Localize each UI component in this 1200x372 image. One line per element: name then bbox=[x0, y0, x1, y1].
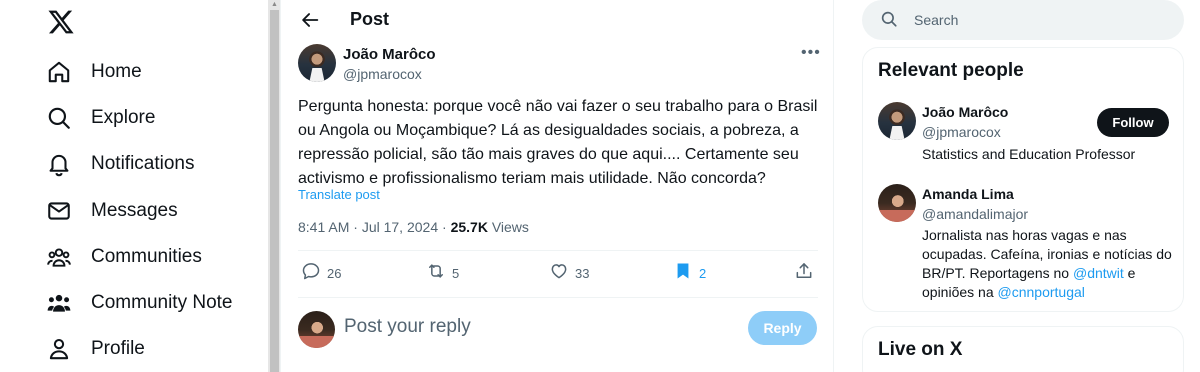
back-arrow-icon[interactable] bbox=[299, 9, 321, 31]
nav-profile[interactable]: Profile bbox=[46, 329, 145, 369]
relevant-person-avatar[interactable] bbox=[878, 102, 916, 140]
nav-explore-label: Explore bbox=[91, 107, 156, 128]
nav-home-label: Home bbox=[91, 61, 142, 82]
nav-community-notes[interactable]: Community Note bbox=[46, 283, 233, 323]
communities-icon bbox=[46, 244, 72, 270]
bell-icon bbox=[46, 151, 72, 177]
relevant-person-bio: Jornalista nas horas vagas e nas ocupada… bbox=[922, 226, 1177, 302]
relevant-person-handle[interactable]: @jpmarocox bbox=[922, 124, 1001, 140]
scrollbar-thumb[interactable] bbox=[270, 10, 279, 372]
post-text: Pergunta honesta: porque você não vai fa… bbox=[298, 98, 818, 187]
reply-button[interactable]: Reply bbox=[748, 311, 817, 345]
live-on-x-title: Live on X bbox=[878, 339, 963, 360]
mention-link[interactable]: @cnnportugal bbox=[998, 284, 1085, 300]
views-count: 25.7K bbox=[450, 219, 488, 235]
user-avatar[interactable] bbox=[298, 311, 335, 348]
share-icon bbox=[794, 261, 814, 286]
post-time[interactable]: 8:41 AM bbox=[298, 219, 349, 235]
follow-button[interactable]: Follow bbox=[1097, 108, 1169, 137]
author-name[interactable]: João Marôco bbox=[343, 46, 436, 63]
nav-notifications[interactable]: Notifications bbox=[46, 144, 195, 184]
nav-profile-label: Profile bbox=[91, 338, 145, 359]
home-icon bbox=[46, 59, 72, 85]
relevant-person-bio: Statistics and Education Professor bbox=[922, 146, 1136, 162]
bookmark-action[interactable]: 2 bbox=[673, 262, 706, 284]
envelope-icon bbox=[46, 198, 72, 224]
nav-explore[interactable]: Explore bbox=[46, 98, 155, 138]
nav-communities[interactable]: Communities bbox=[46, 237, 202, 277]
more-options-icon[interactable]: ••• bbox=[801, 44, 821, 62]
reply-input[interactable]: Post your reply bbox=[344, 316, 471, 338]
relevant-people-card: Relevant people João Marôco @jpmarocox F… bbox=[862, 47, 1184, 312]
search-icon bbox=[46, 105, 72, 131]
nav-messages[interactable]: Messages bbox=[46, 191, 178, 231]
reply-count: 26 bbox=[327, 265, 342, 281]
divider bbox=[298, 297, 818, 298]
relevant-person-handle[interactable]: @amandalimajor bbox=[922, 206, 1028, 222]
nav-notifications-label: Notifications bbox=[91, 153, 195, 174]
page-title: Post bbox=[350, 9, 390, 29]
x-logo-icon[interactable] bbox=[47, 8, 75, 36]
relevant-people-title: Relevant people bbox=[878, 60, 1024, 81]
relevant-person-avatar[interactable] bbox=[878, 184, 916, 222]
post-meta: 8:41 AM · Jul 17, 2024 · 25.7K Views bbox=[298, 219, 529, 235]
heart-icon bbox=[549, 261, 569, 286]
nav-home[interactable]: Home bbox=[46, 52, 142, 92]
translate-post-link[interactable]: Translate post bbox=[298, 187, 380, 202]
repost-icon bbox=[426, 261, 446, 286]
search-icon bbox=[880, 10, 898, 33]
mention-link[interactable]: @dntwit bbox=[1073, 265, 1124, 281]
live-on-x-card: Live on X bbox=[862, 326, 1184, 372]
search-input[interactable]: Search bbox=[862, 0, 1184, 40]
bookmark-count: 2 bbox=[699, 265, 707, 281]
post-header: Post bbox=[281, 0, 834, 40]
reply-icon bbox=[301, 261, 321, 286]
views-label: Views bbox=[491, 219, 529, 235]
bookmark-icon bbox=[673, 261, 693, 286]
relevant-person-name[interactable]: João Marôco bbox=[922, 104, 1008, 120]
share-action[interactable] bbox=[794, 262, 814, 284]
person-icon bbox=[46, 336, 72, 362]
divider bbox=[298, 250, 818, 251]
nav-messages-label: Messages bbox=[91, 200, 178, 221]
author-avatar[interactable] bbox=[298, 44, 336, 82]
repost-count: 5 bbox=[452, 265, 460, 281]
nav-community-notes-label: Community Note bbox=[91, 292, 233, 313]
scroll-up-arrow-icon[interactable]: ▲ bbox=[271, 1, 278, 8]
relevant-person-name[interactable]: Amanda Lima bbox=[922, 186, 1014, 202]
author-handle[interactable]: @jpmarocox bbox=[343, 66, 422, 82]
like-count: 33 bbox=[575, 265, 590, 281]
meta-dot: · bbox=[353, 219, 362, 235]
scrollbar[interactable]: ▲ bbox=[268, 0, 281, 372]
reply-action[interactable]: 26 bbox=[301, 262, 341, 284]
post-date[interactable]: Jul 17, 2024 bbox=[362, 219, 438, 235]
left-navigation: Home Explore Notifications Messages Comm… bbox=[0, 0, 268, 372]
community-notes-icon bbox=[46, 290, 72, 316]
repost-action[interactable]: 5 bbox=[426, 262, 459, 284]
nav-communities-label: Communities bbox=[91, 246, 202, 267]
meta-dot: · bbox=[442, 219, 451, 235]
post-column: Post João Marôco @jpmarocox ••• Pergunta… bbox=[281, 0, 834, 372]
search-placeholder: Search bbox=[914, 12, 959, 28]
like-action[interactable]: 33 bbox=[549, 262, 589, 284]
